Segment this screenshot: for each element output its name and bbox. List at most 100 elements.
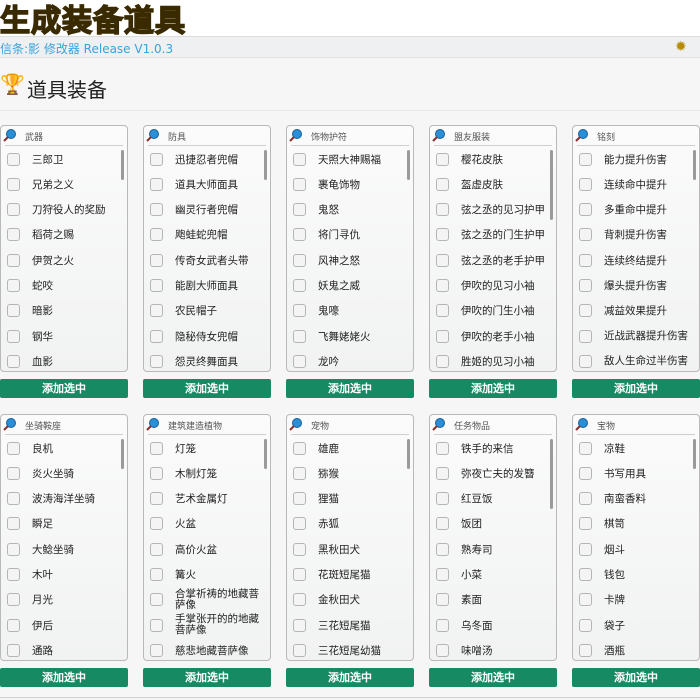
list-item[interactable]: 三郎卫 xyxy=(7,148,64,170)
checkbox[interactable] xyxy=(436,593,449,607)
checkbox[interactable] xyxy=(7,177,20,191)
list-item[interactable]: 多重命中提升 xyxy=(579,199,667,221)
add-selected-button[interactable]: 添加选中 xyxy=(286,379,414,398)
checkbox[interactable] xyxy=(7,228,20,242)
list-item[interactable]: 木制灯笼 xyxy=(150,462,217,484)
checkbox[interactable] xyxy=(150,177,163,191)
search-header[interactable]: 宠物 xyxy=(289,415,409,435)
list-item[interactable]: 伊贺之火 xyxy=(7,249,74,271)
checkbox[interactable] xyxy=(150,304,163,318)
scrollbar[interactable] xyxy=(550,150,553,220)
checkbox[interactable] xyxy=(7,304,20,318)
scrollbar[interactable] xyxy=(121,439,124,469)
checkbox[interactable] xyxy=(293,279,306,292)
list-item[interactable]: 饭团 xyxy=(436,513,482,535)
list-item[interactable]: 连续命中提升 xyxy=(579,173,667,195)
list-item[interactable]: 隐秘侍女兜帽 xyxy=(150,325,238,347)
list-item[interactable]: 波涛海洋坐骑 xyxy=(7,488,95,510)
checkbox[interactable] xyxy=(293,177,306,191)
checkbox[interactable] xyxy=(150,441,163,455)
add-selected-button[interactable]: 添加选中 xyxy=(572,379,700,398)
checkbox[interactable] xyxy=(150,228,163,242)
list-item[interactable]: 暗影 xyxy=(7,300,53,322)
checkbox[interactable] xyxy=(436,492,449,506)
list-item[interactable]: 弦之丞的见习护甲 xyxy=(436,199,545,221)
list-item[interactable]: 艺术金属灯 xyxy=(150,488,228,510)
list-item[interactable]: 怨灵终舞面具 xyxy=(150,350,238,372)
list-item[interactable]: 花斑短尾猫 xyxy=(293,564,371,586)
scrollbar[interactable] xyxy=(407,439,410,469)
list-item[interactable]: 猕猴 xyxy=(293,462,339,484)
checkbox[interactable] xyxy=(293,354,306,368)
list-item[interactable]: 通路 xyxy=(7,639,53,661)
search-header[interactable]: 盟友服装 xyxy=(432,126,552,146)
list-item[interactable]: 酒瓶 xyxy=(579,639,625,661)
list-item[interactable]: 伊吹的门生小袖 xyxy=(436,300,535,322)
list-item[interactable]: 烟斗 xyxy=(579,538,625,560)
scrollbar[interactable] xyxy=(121,150,124,180)
checkbox[interactable] xyxy=(7,253,20,267)
list-item[interactable]: 良机 xyxy=(7,437,53,459)
checkbox[interactable] xyxy=(293,618,306,632)
add-selected-button[interactable]: 添加选中 xyxy=(0,668,128,687)
list-item[interactable]: 道具大师面具 xyxy=(150,173,238,195)
list-item[interactable]: 钢华 xyxy=(7,325,53,347)
checkbox[interactable] xyxy=(579,466,592,480)
list-item[interactable]: 高价火盆 xyxy=(150,538,217,560)
checkbox[interactable] xyxy=(436,466,449,480)
list-item[interactable]: 爆头提升伤害 xyxy=(579,275,667,297)
list-item[interactable]: 妖鬼之威 xyxy=(293,275,360,297)
checkbox[interactable] xyxy=(436,618,449,632)
checkbox[interactable] xyxy=(150,329,163,343)
checkbox[interactable] xyxy=(436,441,449,455)
scrollbar[interactable] xyxy=(550,439,553,509)
checkbox[interactable] xyxy=(7,542,20,556)
checkbox[interactable] xyxy=(293,593,306,607)
checkbox[interactable] xyxy=(579,441,592,455)
list-item[interactable]: 天照大神赐福 xyxy=(293,148,381,170)
checkbox[interactable] xyxy=(579,228,592,242)
scrollbar[interactable] xyxy=(264,150,267,180)
list-item[interactable]: 三花短尾猫 xyxy=(293,614,371,636)
checkbox[interactable] xyxy=(7,329,20,343)
checkbox[interactable] xyxy=(436,542,449,556)
search-header[interactable]: 任务物品 xyxy=(432,415,552,435)
list-item[interactable]: 稻荷之赐 xyxy=(7,224,74,246)
checkbox[interactable] xyxy=(150,618,163,632)
list-item[interactable]: 传奇女武者头带 xyxy=(150,249,249,271)
list-item[interactable]: 熟寿司 xyxy=(436,538,493,560)
checkbox[interactable] xyxy=(7,441,20,455)
add-selected-button[interactable]: 添加选中 xyxy=(286,668,414,687)
checkbox[interactable] xyxy=(579,203,592,217)
checkbox[interactable] xyxy=(150,203,163,217)
list-item[interactable]: 赤狐 xyxy=(293,513,339,535)
list-item[interactable]: 刀狩役人的奖励 xyxy=(7,199,106,221)
list-item[interactable]: 金秋田犬 xyxy=(293,589,360,611)
checkbox[interactable] xyxy=(436,329,449,343)
checkbox[interactable] xyxy=(293,568,306,581)
checkbox[interactable] xyxy=(579,492,592,506)
checkbox[interactable] xyxy=(579,618,592,632)
checkbox[interactable] xyxy=(436,304,449,318)
checkbox[interactable] xyxy=(293,329,306,343)
checkbox[interactable] xyxy=(150,593,163,607)
checkbox[interactable] xyxy=(7,618,20,632)
checkbox[interactable] xyxy=(293,304,306,318)
list-item[interactable]: 弥夜亡夫的发簪 xyxy=(436,462,535,484)
checkbox[interactable] xyxy=(7,203,20,217)
list-item[interactable]: 近战武器提升伤害 xyxy=(579,325,693,347)
checkbox[interactable] xyxy=(579,177,592,191)
checkbox[interactable] xyxy=(436,568,449,581)
checkbox[interactable] xyxy=(436,152,449,166)
checkbox[interactable] xyxy=(150,466,163,480)
checkbox[interactable] xyxy=(150,517,163,531)
add-selected-button[interactable]: 添加选中 xyxy=(143,668,271,687)
checkbox[interactable] xyxy=(579,517,592,531)
checkbox[interactable] xyxy=(579,568,592,581)
checkbox[interactable] xyxy=(436,203,449,217)
list-item[interactable]: 能剧大师面具 xyxy=(150,275,238,297)
scrollbar[interactable] xyxy=(693,150,696,180)
list-item[interactable]: 大鲶坐骑 xyxy=(7,538,74,560)
checkbox[interactable] xyxy=(436,228,449,242)
scrollbar[interactable] xyxy=(264,439,267,469)
